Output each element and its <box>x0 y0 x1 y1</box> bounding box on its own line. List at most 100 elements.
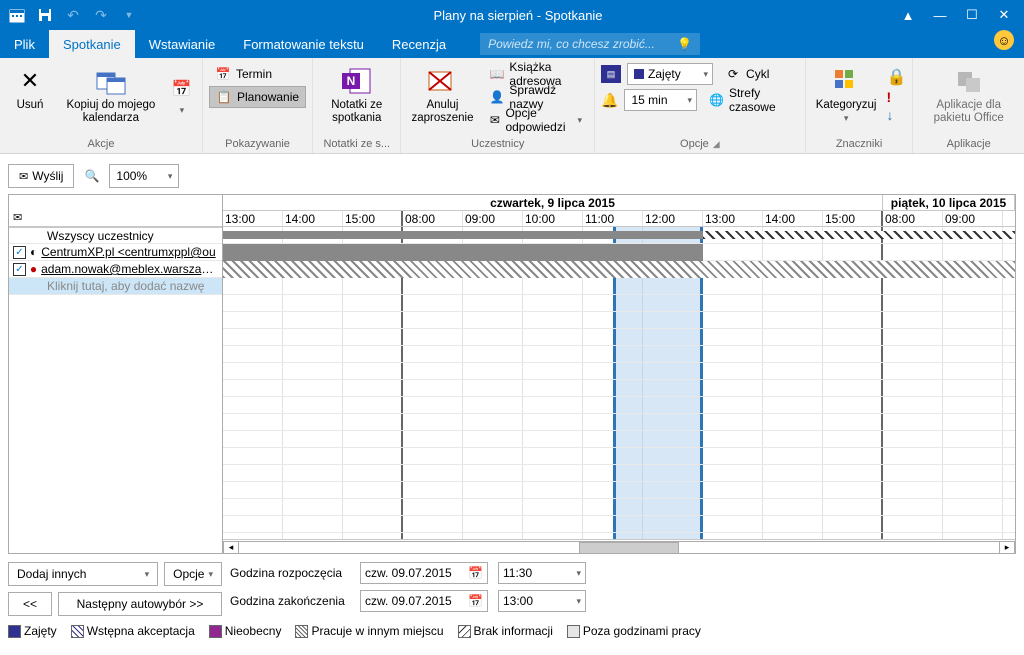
add-attendee-placeholder: Kliknij tutaj, aby dodać nazwę <box>13 279 204 293</box>
delete-label: Usuń <box>17 99 44 112</box>
minimize-button[interactable]: ― <box>926 1 954 29</box>
timezones-label: Strefy czasowe <box>729 86 793 114</box>
show-as-select[interactable]: Zajęty▾ <box>627 63 713 85</box>
tell-me-search[interactable]: Powiedz mi, co chcesz zrobić... 💡 <box>480 33 700 55</box>
quick-access-toolbar: ↶ ↷ ▼ <box>0 2 142 28</box>
attendee-checkbox[interactable]: ✓ <box>13 246 26 259</box>
legend-busy: Zajęty <box>8 624 57 638</box>
calendar-icon[interactable] <box>4 2 30 28</box>
check-names-icon: 👤 <box>489 89 504 105</box>
undo-icon[interactable]: ↶ <box>60 2 86 28</box>
attendee-row[interactable]: ✓ ◐ CentrumXP.pl <centrumxppl@ou <box>9 244 222 261</box>
scroll-left-icon[interactable]: ◂ <box>223 541 239 554</box>
scroll-track[interactable] <box>239 541 999 554</box>
group-notes-label: Notatki ze s... <box>319 137 394 153</box>
scroll-thumb[interactable] <box>579 542 679 554</box>
svg-text:N: N <box>346 74 355 88</box>
legend: Zajęty Wstępna akceptacja Nieobecny Prac… <box>8 624 1016 638</box>
add-attendee-row[interactable]: Kliknij tutaj, aby dodać nazwę <box>9 278 222 295</box>
start-time-field: Godzina rozpoczęcia czw. 09.07.2015📅 11:… <box>230 562 1016 584</box>
send-label: Wyślij <box>32 169 63 183</box>
maximize-button[interactable]: ☐ <box>958 1 986 29</box>
add-others-label: Dodaj innych <box>17 567 86 581</box>
high-importance-icon[interactable]: ! <box>886 89 906 105</box>
scheduling-area: ✉Wyślij 🔍 100%▾ ✉ Wszyscy uczestnicy ✓◐C… <box>0 154 1024 644</box>
scroll-right-icon[interactable]: ▸ <box>999 541 1015 554</box>
close-button[interactable]: ✕ <box>990 1 1018 29</box>
feedback-smiley-icon[interactable]: ☺ <box>994 30 1014 50</box>
autopick-next-button[interactable]: Następny autowybór >> <box>58 592 222 616</box>
send-button[interactable]: ✉Wyślij <box>8 164 74 188</box>
options-button[interactable]: Opcje▾ <box>164 562 222 586</box>
horizontal-scrollbar[interactable]: ◂ ▸ <box>223 539 1015 553</box>
meeting-notes-label: Notatki ze spotkania <box>323 99 390 125</box>
timezones-button[interactable]: 🌐Strefy czasowe <box>703 89 799 111</box>
end-time-value: 13:00 <box>503 594 533 608</box>
private-icon[interactable]: 🔒 <box>886 67 906 87</box>
attendee-name: adam.nowak@meblex.warszawa. <box>41 262 218 276</box>
tab-review[interactable]: Recenzja <box>378 30 460 58</box>
address-book-button[interactable]: 📖Książka adresowa <box>483 63 588 85</box>
legend-tentative: Wstępna akceptacja <box>71 624 195 638</box>
end-time-field: Godzina zakończenia czw. 09.07.2015📅 13:… <box>230 590 1016 612</box>
qat-customize-icon[interactable]: ▼ <box>116 2 142 28</box>
window-title: Plany na sierpień - Spotkanie <box>142 8 894 23</box>
attendee-row[interactable]: ✓ ● adam.nowak@meblex.warszawa. <box>9 261 222 278</box>
forward-button[interactable]: 📅 ▾ <box>168 63 196 118</box>
cancel-invitation-label: Anuluj zaproszenie <box>411 99 473 125</box>
save-icon[interactable] <box>32 2 58 28</box>
low-importance-icon[interactable]: ↓ <box>886 107 906 123</box>
attendee-checkbox[interactable]: ✓ <box>13 263 26 276</box>
calendar-picker-icon[interactable]: 📅 <box>468 594 483 608</box>
tab-insert[interactable]: Wstawianie <box>135 30 229 58</box>
scheduling-button[interactable]: 📋 Planowanie <box>209 86 306 108</box>
tab-meeting[interactable]: Spotkanie <box>49 30 135 58</box>
response-options-button[interactable]: ✉Opcje odpowiedzi▾ <box>483 109 588 131</box>
start-time-input[interactable]: 11:30▾ <box>498 562 586 584</box>
timeline[interactable]: czwartek, 9 lipca 2015 piątek, 10 lipca … <box>223 195 1015 553</box>
reminder-label: 15 min <box>631 93 667 107</box>
delete-button[interactable]: ✕ Usuń <box>6 63 54 114</box>
reminder-select[interactable]: 15 min▾ <box>624 89 697 111</box>
response-options-icon: ✉ <box>489 112 500 128</box>
meeting-notes-button[interactable]: N Notatki ze spotkania <box>319 63 394 127</box>
add-others-button[interactable]: Dodaj innych▾ <box>8 562 158 586</box>
redo-icon[interactable]: ↷ <box>88 2 114 28</box>
copy-to-calendar-button[interactable]: Kopiuj do mojego kalendarza <box>60 63 162 127</box>
categorize-button[interactable]: Kategoryzuj▾ <box>812 63 881 127</box>
end-time-input[interactable]: 13:00▾ <box>498 590 586 612</box>
group-attendees: Anuluj zaproszenie 📖Książka adresowa 👤Sp… <box>401 58 595 153</box>
legend-elsewhere: Pracuje w innym miejscu <box>295 624 443 638</box>
attendee-name: CentrumXP.pl <centrumxppl@ou <box>41 245 215 259</box>
tab-format[interactable]: Formatowanie tekstu <box>229 30 378 58</box>
tab-file[interactable]: Plik <box>0 30 49 58</box>
end-date-input[interactable]: czw. 09.07.2015📅 <box>360 590 488 612</box>
start-date-input[interactable]: czw. 09.07.2015📅 <box>360 562 488 584</box>
reminder-icon: 🔔 <box>601 91 618 109</box>
scheduling-label: Planowanie <box>237 90 299 104</box>
check-names-button[interactable]: 👤Sprawdź nazwy <box>483 86 588 108</box>
appointment-label: Termin <box>236 67 272 81</box>
office-apps-button[interactable]: Aplikacje dla pakietu Office <box>919 63 1018 127</box>
autopick-back-button[interactable]: << <box>8 592 52 616</box>
response-options-label: Opcje odpowiedzi <box>505 106 570 134</box>
appointment-button[interactable]: 📅Termin <box>209 63 306 85</box>
calendar-picker-icon[interactable]: 📅 <box>468 566 483 580</box>
ribbon: ✕ Usuń Kopiuj do mojego kalendarza 📅 ▾ A… <box>0 58 1024 154</box>
autopick-back-label: << <box>23 597 37 611</box>
recurrence-button[interactable]: ⟳Cykl <box>719 63 775 85</box>
scheduling-icon: 📋 <box>216 89 232 105</box>
recurrence-icon: ⟳ <box>725 66 741 82</box>
zoom-select[interactable]: 100%▾ <box>109 164 179 188</box>
cancel-invitation-icon <box>426 65 458 97</box>
cancel-invitation-button[interactable]: Anuluj zaproszenie <box>407 63 477 127</box>
grid-body[interactable] <box>223 227 1015 539</box>
legend-outside: Poza godzinami pracy <box>567 624 701 638</box>
group-actions: ✕ Usuń Kopiuj do mojego kalendarza 📅 ▾ A… <box>0 58 203 153</box>
group-options-label: Opcje◢ <box>601 137 799 153</box>
organizer-icon: ◐ <box>30 245 37 259</box>
mail-icon[interactable]: ✉ <box>13 211 22 224</box>
required-icon: ● <box>30 262 37 276</box>
group-tags-label: Znaczniki <box>812 137 907 153</box>
ribbon-display-icon[interactable]: ▲ <box>894 1 922 29</box>
